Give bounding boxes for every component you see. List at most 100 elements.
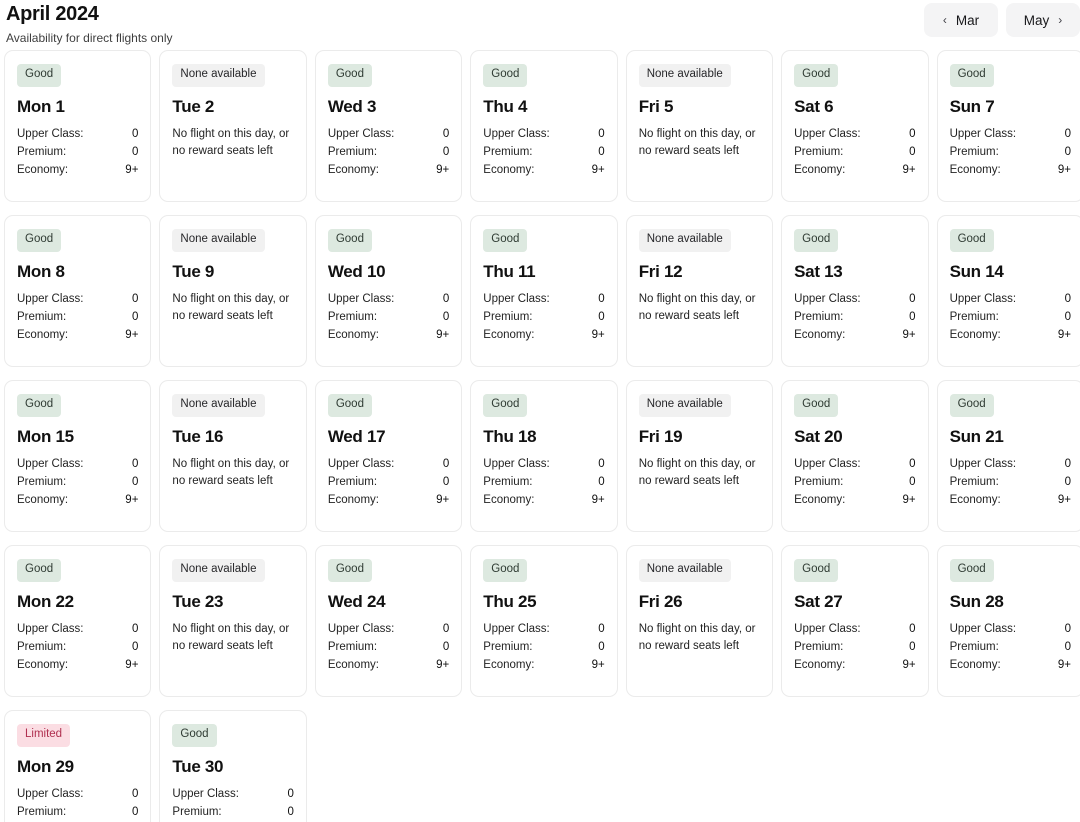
status-badge: Good <box>949 394 994 417</box>
cabin-row-premium: Premium: 0 <box>483 144 604 161</box>
cabin-name-economy: Economy: <box>483 658 535 671</box>
cabin-name-upper-class: Upper Class: <box>17 292 84 305</box>
day-availability-card[interactable]: Good Sun 21 Upper Class: 0 Premium: 0 Economy:… <box>936 380 1080 532</box>
day-availability-card[interactable]: Good Wed 3 Upper Class: 0 Premium: 0 Economy: 9… <box>314 50 463 202</box>
cabin-row-economy: Economy: 9+ <box>950 657 1071 674</box>
cabin-row-economy: Economy: 9+ <box>483 657 604 674</box>
cabin-name-premium: Premium: <box>327 145 378 158</box>
day-availability-card[interactable]: Good Mon 22 Upper Class: 0 Premium: 0 Economy:… <box>4 545 152 697</box>
status-badge: Good <box>794 229 839 252</box>
day-availability-card[interactable]: Good Thu 4 Upper Class: 0 Premium: 0 Economy: 9… <box>470 50 618 202</box>
day-label: Fri 26 <box>638 591 683 611</box>
cabin-row-economy: Economy: 9+ <box>328 162 449 179</box>
cabin-seats-premium: 0 <box>132 310 139 323</box>
cabin-row-economy: Economy: 9+ <box>328 492 449 509</box>
status-badge: Good <box>794 394 839 417</box>
status-badge: Good <box>17 559 62 582</box>
cabin-seats-upper-class: 0 <box>1064 457 1071 470</box>
no-flight-message: No flight on this day, or no reward seat… <box>172 622 290 652</box>
day-availability-card[interactable]: Good Sat 20 Upper Class: 0 Premium: 0 Economy:… <box>781 380 929 532</box>
day-label: Wed 17 <box>327 426 386 446</box>
cabin-seats-economy: 9+ <box>436 658 450 671</box>
cabin-row-economy: Economy: 9+ <box>794 492 915 509</box>
cabin-row-premium: Premium: 0 <box>328 474 449 491</box>
cabin-name-economy: Economy: <box>483 163 535 176</box>
day-availability-card[interactable]: Good Sun 14 Upper Class: 0 Premium: 0 Economy:… <box>936 215 1080 367</box>
day-availability-card[interactable]: Good Wed 10 Upper Class: 0 Premium: 0 Economy:… <box>314 215 463 367</box>
day-availability-card[interactable]: Good Sat 13 Upper Class: 0 Premium: 0 Economy:… <box>781 215 929 367</box>
day-label: Tue 23 <box>172 591 224 611</box>
next-month-button[interactable]: May › <box>1006 3 1080 37</box>
day-availability-card[interactable]: None available Tue 16 No flight on this da… <box>159 380 307 532</box>
cabin-seats-premium: 0 <box>598 145 605 158</box>
cabin-name-upper-class: Upper Class: <box>17 457 84 470</box>
day-label: Mon 15 <box>17 426 74 446</box>
cabin-row-economy: Economy: 9+ <box>950 327 1071 344</box>
cabin-row-upper-class: Upper Class: 0 <box>950 621 1071 638</box>
status-badge: None available <box>638 559 731 582</box>
day-label: Fri 19 <box>638 426 683 446</box>
day-availability-card[interactable]: None available Tue 9 No flight on this day… <box>159 215 307 367</box>
day-availability-card[interactable]: Good Mon 1 Upper Class: 0 Premium: 0 Economy: 9… <box>4 50 152 202</box>
day-availability-card[interactable]: Good Wed 17 Upper Class: 0 Premium: 0 Economy:… <box>314 380 463 532</box>
cabin-seats-premium: 0 <box>442 475 450 488</box>
cabin-row-upper-class: Upper Class: 0 <box>950 291 1071 308</box>
cabin-seats-premium: 0 <box>132 145 139 158</box>
cabin-name-premium: Premium: <box>327 475 378 488</box>
cabin-name-upper-class: Upper Class: <box>327 622 395 635</box>
cabin-name-economy: Economy: <box>949 163 1001 176</box>
cabin-availability-list: Upper Class: 0 Premium: 0 Economy: 9+ <box>328 621 449 674</box>
cabin-row-upper-class: Upper Class: 0 <box>483 126 604 143</box>
cabin-name-premium: Premium: <box>949 310 999 323</box>
cabin-row-upper-class: Upper Class: 0 <box>328 621 449 638</box>
cabin-name-upper-class: Upper Class: <box>17 127 84 140</box>
day-availability-card[interactable]: Good Sat 6 Upper Class: 0 Premium: 0 Economy: 9… <box>781 50 929 202</box>
day-availability-card[interactable]: Good Sun 7 Upper Class: 0 Premium: 0 Economy: 9… <box>936 50 1080 202</box>
cabin-seats-upper-class: 0 <box>598 457 605 470</box>
cabin-name-premium: Premium: <box>17 640 67 653</box>
day-availability-card[interactable]: Good Thu 25 Upper Class: 0 Premium: 0 Economy:… <box>470 545 618 697</box>
cabin-row-upper-class: Upper Class: 0 <box>17 786 138 803</box>
cabin-seats-economy: 9+ <box>1057 658 1071 671</box>
day-availability-card[interactable]: Good Sun 28 Upper Class: 0 Premium: 0 Economy:… <box>936 545 1080 697</box>
day-label: Tue 9 <box>172 261 215 281</box>
day-availability-card[interactable]: None available Fri 19 No flight on this da… <box>625 380 774 532</box>
day-availability-card[interactable]: None available Tue 23 No flight on this da… <box>159 545 307 697</box>
day-availability-card[interactable]: GoodTue 30Upper Class:0Premium:0Economy:… <box>159 710 307 822</box>
day-label: Tue 16 <box>172 426 224 446</box>
cabin-name-upper-class: Upper Class: <box>794 127 861 140</box>
cabin-name-upper-class: Upper Class: <box>17 622 84 635</box>
day-availability-card[interactable]: Good Sat 27 Upper Class: 0 Premium: 0 Economy:… <box>781 545 929 697</box>
cabin-seats-premium: 0 <box>598 310 605 323</box>
cabin-seats-upper-class: 0 <box>132 457 139 470</box>
day-label: Mon 8 <box>17 261 65 281</box>
cabin-seats-upper-class: 0 <box>598 622 605 635</box>
cabin-name-economy: Economy: <box>17 658 69 671</box>
day-availability-card[interactable]: Good Mon 8 Upper Class: 0 Premium: 0 Economy: 9… <box>4 215 152 367</box>
previous-month-button[interactable]: ‹ Mar <box>924 3 998 37</box>
cabin-row-economy: Economy: 9+ <box>950 162 1071 179</box>
day-availability-card[interactable]: Good Wed 24 Upper Class: 0 Premium: 0 Economy:… <box>314 545 463 697</box>
cabin-seats-premium: 0 <box>909 310 916 323</box>
day-availability-card[interactable]: Good Mon 15 Upper Class: 0 Premium: 0 Economy:… <box>4 380 152 532</box>
day-availability-card[interactable]: Good Thu 11 Upper Class: 0 Premium: 0 Economy:… <box>470 215 618 367</box>
cabin-name-upper-class: Upper Class: <box>949 292 1017 305</box>
day-availability-card[interactable]: LimitedMon 29Upper Class:0Premium:0Econo… <box>4 710 152 822</box>
day-availability-card[interactable]: Good Thu 18 Upper Class: 0 Premium: 0 Economy:… <box>470 380 618 532</box>
page-header: April 2024 Availability for direct fligh… <box>0 0 1080 50</box>
cabin-name-economy: Economy: <box>949 493 1001 506</box>
day-label: Sat 27 <box>794 591 843 611</box>
cabin-availability-list: Upper Class: 0 Premium: 0 Economy: 9+ <box>483 126 604 179</box>
day-availability-card[interactable]: None available Fri 5 No flight on this day… <box>625 50 774 202</box>
day-availability-card[interactable]: None available Fri 12 No flight on this da… <box>625 215 774 367</box>
day-availability-card[interactable]: None available Tue 2 No flight on this day… <box>159 50 307 202</box>
day-availability-card[interactable]: None available Fri 26 No flight on this da… <box>625 545 774 697</box>
cabin-availability-list: Upper Class: 0 Premium: 0 Economy: 9+ <box>328 456 449 509</box>
day-label: Thu 11 <box>483 261 536 281</box>
cabin-name-upper-class: Upper Class: <box>949 457 1017 470</box>
cabin-availability-list: Upper Class: 0 Premium: 0 Economy: 9+ <box>17 621 138 674</box>
cabin-availability-list: Upper Class: 0 Premium: 0 Economy: 9+ <box>483 291 604 344</box>
cabin-availability-list: Upper Class: 0 Premium: 0 Economy: 9+ <box>794 291 915 344</box>
cabin-seats-upper-class: 0 <box>442 622 450 635</box>
cabin-seats-upper-class: 0 <box>132 622 139 635</box>
